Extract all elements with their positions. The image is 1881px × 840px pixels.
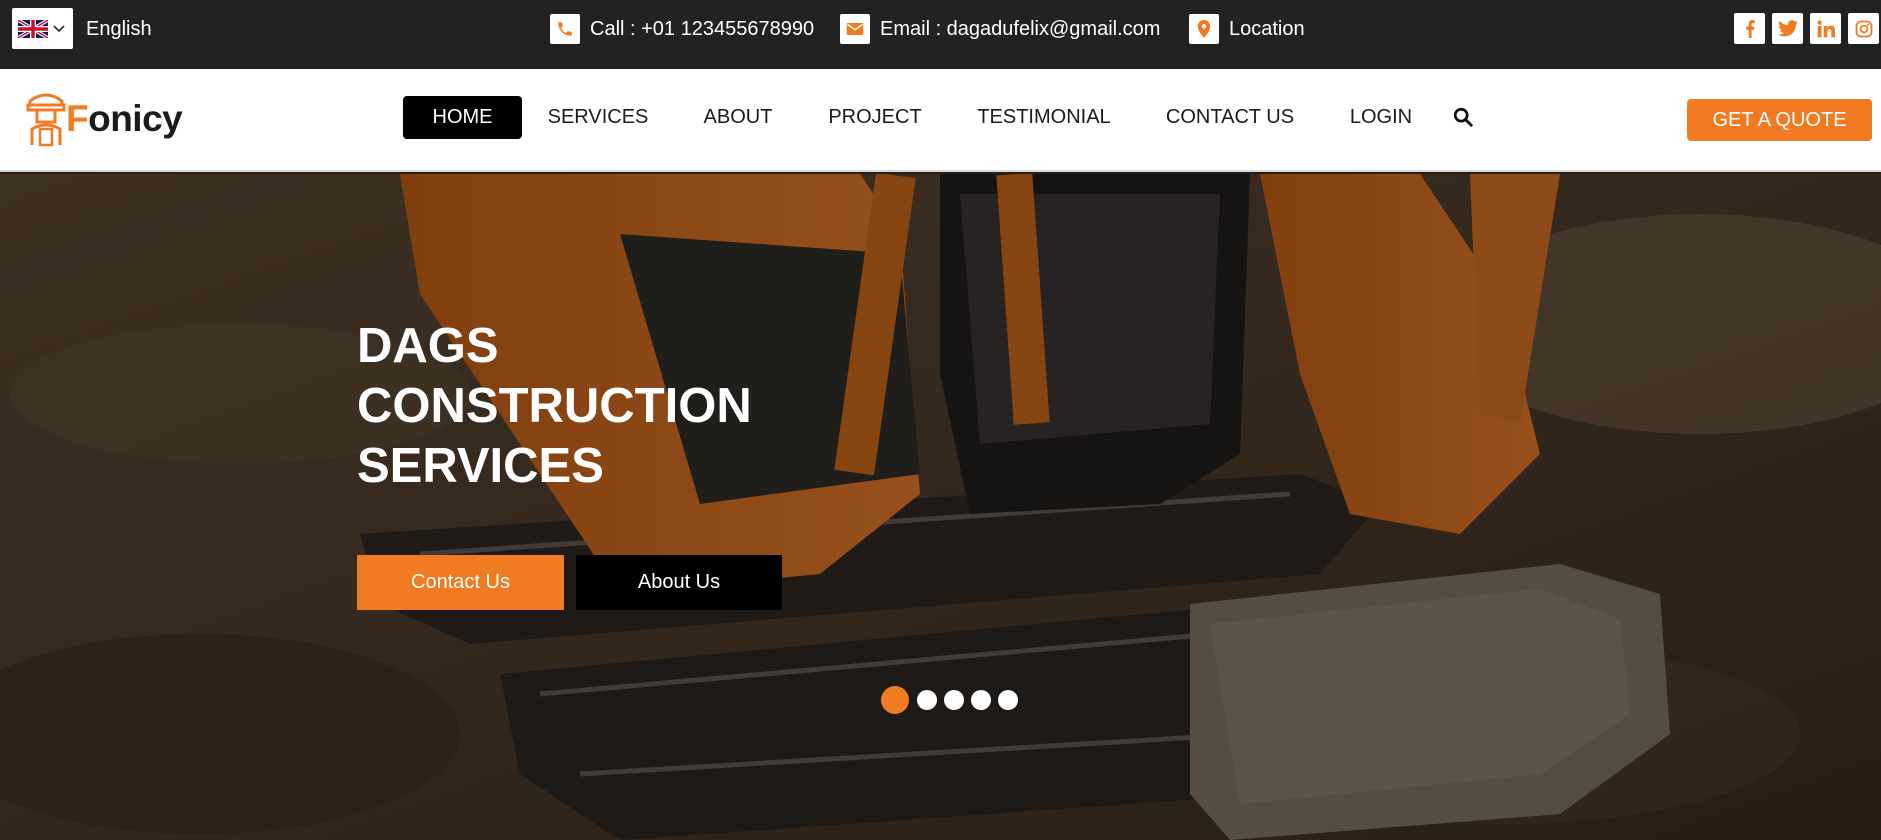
nav-project[interactable]: PROJECT xyxy=(816,96,934,139)
location-text: Location xyxy=(1229,17,1305,40)
slide-dot-5[interactable] xyxy=(998,690,1018,710)
hero-title-line-1: DAGS xyxy=(357,319,499,373)
slider-pagination xyxy=(881,686,1018,714)
get-a-quote-button[interactable]: GET A QUOTE xyxy=(1687,99,1872,141)
slide-dot-2[interactable] xyxy=(917,690,937,710)
phone-icon xyxy=(550,14,580,44)
nav-home[interactable]: HOME xyxy=(403,96,522,139)
phone-text: Call : +01 123455678990 xyxy=(590,17,815,40)
slide-dot-4[interactable] xyxy=(971,690,991,710)
language-selector[interactable] xyxy=(12,8,73,49)
email-text: Email : dagadufelix@gmail.com xyxy=(880,17,1161,40)
nav-login[interactable]: LOGIN xyxy=(1346,96,1416,139)
slide-dot-1[interactable] xyxy=(881,686,909,714)
hero-slider: DAGS CONSTRUCTION SERVICES Contact Us Ab… xyxy=(0,174,1881,840)
nav-contact-us[interactable]: CONTACT US xyxy=(1154,96,1306,139)
instagram-icon[interactable] xyxy=(1848,13,1879,44)
social-links xyxy=(1734,13,1881,44)
phone-contact[interactable]: Call : +01 123455678990 xyxy=(550,14,814,44)
hero-title-line-2: CONSTRUCTION xyxy=(357,379,752,433)
brand-name: Fonicy xyxy=(66,98,183,140)
chevron-down-icon xyxy=(53,24,65,32)
location-contact[interactable]: Location xyxy=(1189,14,1305,44)
twitter-icon[interactable] xyxy=(1772,13,1803,44)
search-icon[interactable] xyxy=(1452,106,1476,130)
nav-services[interactable]: SERVICES xyxy=(536,96,660,139)
brand-logo[interactable]: Fonicy xyxy=(22,91,183,147)
hero-dark-overlay xyxy=(0,174,1881,840)
language-label: English xyxy=(86,18,152,40)
contact-us-button[interactable]: Contact Us xyxy=(357,555,564,610)
worker-logo-icon xyxy=(26,93,66,147)
envelope-icon xyxy=(840,14,870,44)
facebook-icon[interactable] xyxy=(1734,13,1765,44)
nav-testimonial[interactable]: TESTIMONIAL xyxy=(966,96,1122,139)
main-navbar: Fonicy HOME SERVICES ABOUT PROJECT TESTI… xyxy=(0,69,1881,172)
email-contact[interactable]: Email : dagadufelix@gmail.com xyxy=(840,14,1160,44)
slide-dot-3[interactable] xyxy=(944,690,964,710)
top-bar: English Call : +01 123455678990 Email : … xyxy=(0,0,1881,69)
uk-flag-icon xyxy=(18,19,48,38)
brand-initial: F xyxy=(66,98,89,139)
brand-name-rest: onicy xyxy=(88,98,183,139)
hero-title-line-3: SERVICES xyxy=(357,439,604,493)
map-pin-icon xyxy=(1189,14,1219,44)
nav-about[interactable]: ABOUT xyxy=(686,96,790,139)
linkedin-icon[interactable] xyxy=(1810,13,1841,44)
hero-title: DAGS CONSTRUCTION SERVICES xyxy=(357,316,877,496)
about-us-button[interactable]: About Us xyxy=(576,555,782,610)
